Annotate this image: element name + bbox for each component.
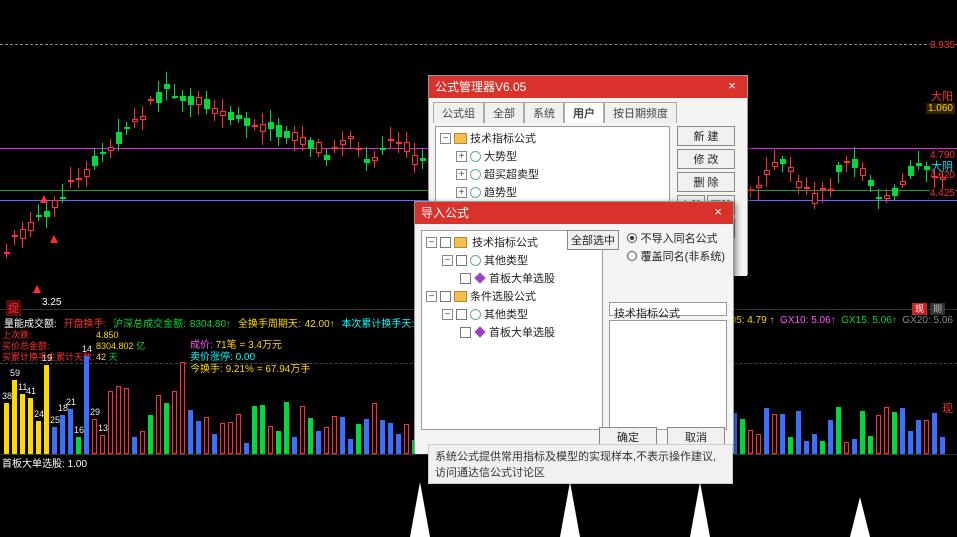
expand-icon[interactable]: −	[426, 237, 437, 248]
dialog-footer: 系统公式提供常用指标及模型的实现样本,不表示操作建议, 访问通达信公式讨论区	[428, 444, 733, 484]
badge: 现	[912, 303, 927, 315]
gridline	[0, 44, 957, 45]
tab-user[interactable]: 用户	[564, 102, 604, 123]
checkbox[interactable]	[456, 309, 467, 320]
dialog-titlebar[interactable]: 公式管理器V6.05 ×	[429, 76, 747, 98]
expand-icon[interactable]: −	[440, 133, 451, 144]
leaf-icon	[474, 272, 485, 283]
dialog-titlebar[interactable]: 导入公式 ×	[415, 202, 733, 224]
checkbox[interactable]	[456, 255, 467, 266]
node-icon	[470, 169, 481, 180]
import-tree[interactable]: −技术指标公式 −其他类型 首板大单选股 −条件选股公式 −其他类型 首板大单选…	[421, 230, 603, 430]
right-tag: 1.060	[926, 103, 955, 114]
radio-overwrite[interactable]: 覆盖同名(非系统)	[627, 248, 725, 264]
folder-icon	[454, 133, 467, 144]
delete-button[interactable]: 删 除	[677, 172, 735, 192]
close-icon[interactable]: ×	[723, 78, 741, 96]
price-label: 8.935	[930, 40, 955, 51]
checkbox[interactable]	[460, 273, 471, 284]
expand-icon[interactable]: +	[456, 169, 467, 180]
tab-system[interactable]: 系统	[524, 102, 564, 123]
node-icon	[470, 255, 481, 266]
node-icon	[470, 309, 481, 320]
edit-button[interactable]: 修 改	[677, 149, 735, 169]
expand-icon[interactable]: −	[442, 255, 453, 266]
expand-icon[interactable]: −	[442, 309, 453, 320]
folder-icon	[454, 291, 467, 302]
buy-arrow-icon	[40, 195, 48, 203]
node-icon	[470, 151, 481, 162]
checkbox[interactable]	[440, 291, 451, 302]
price-label: 4.425	[930, 188, 955, 199]
gx-strip: GX05: 4.79 ↑ GX10: 5.06↑ GX15: 5.06↑ GX2…	[716, 315, 953, 326]
tab-all[interactable]: 全部	[484, 102, 524, 123]
new-button[interactable]: 新 建	[677, 126, 735, 146]
select-all-button[interactable]: 全部选中	[567, 230, 619, 250]
checkbox[interactable]	[460, 327, 471, 338]
badge: 期	[930, 303, 945, 315]
right-legend: 大阳	[931, 88, 953, 104]
low-marker: 3.25	[42, 297, 61, 308]
tab-by-date[interactable]: 按日期频度	[604, 102, 677, 123]
buy-arrow-icon	[33, 285, 41, 293]
indicator-peak	[850, 497, 870, 537]
close-icon[interactable]: ×	[709, 204, 727, 222]
indicator-peak	[560, 482, 580, 537]
dialog-title: 公式管理器V6.05	[435, 76, 526, 98]
checkbox[interactable]	[440, 237, 451, 248]
marker-label: 捉	[6, 300, 21, 316]
indicator-peak	[690, 482, 710, 537]
expand-icon[interactable]: −	[426, 291, 437, 302]
tabs: 公式组 全部 系统 用户 按日期频度	[429, 98, 747, 123]
tab-formula-group[interactable]: 公式组	[433, 102, 484, 123]
leaf-icon	[474, 326, 485, 337]
buy-arrow-icon	[50, 235, 58, 243]
preview-pane	[609, 320, 727, 430]
expand-icon[interactable]: +	[456, 187, 467, 198]
node-icon	[470, 187, 481, 198]
preview-label: 技术指标公式	[609, 302, 727, 316]
radio-no-dup[interactable]: 不导入同名公式	[627, 230, 725, 246]
dialog-title: 导入公式	[421, 202, 469, 224]
indicator-peak	[410, 482, 430, 537]
import-formula-dialog[interactable]: 导入公式 × −技术指标公式 −其他类型 首板大单选股 −条件选股公式 −其他类…	[414, 201, 734, 453]
expand-icon[interactable]: +	[456, 151, 467, 162]
folder-icon	[454, 237, 467, 248]
